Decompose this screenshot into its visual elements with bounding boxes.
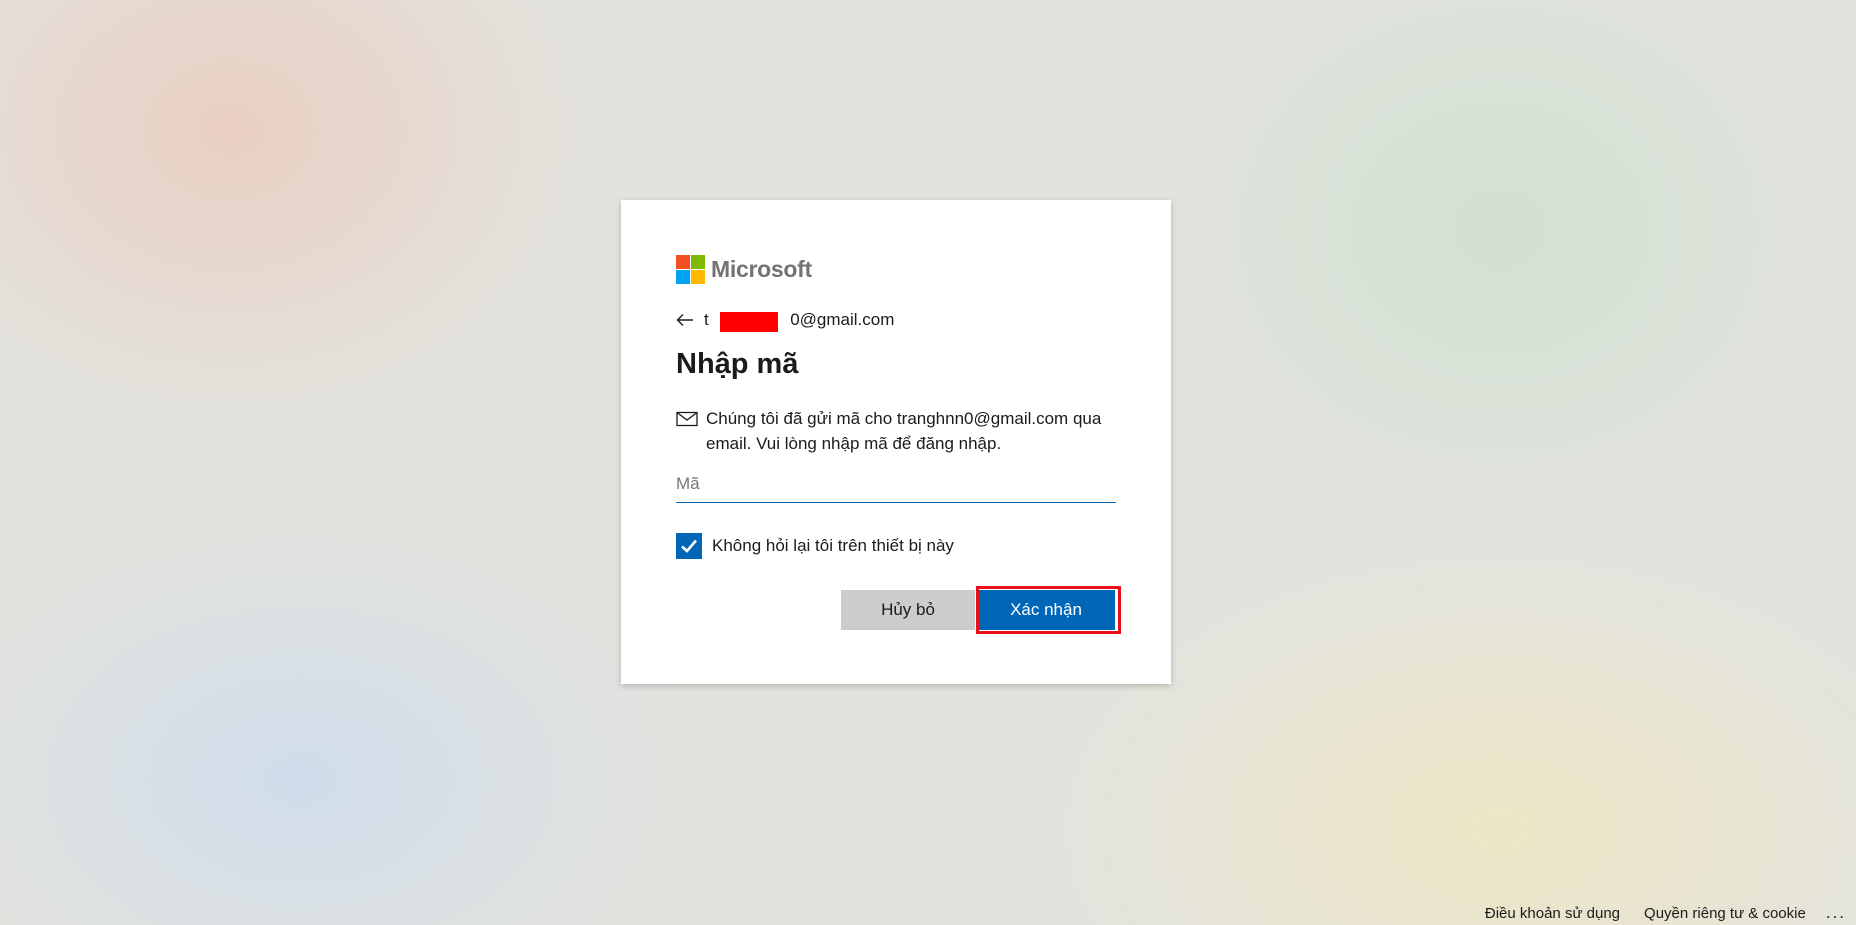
- keep-signed-in-label: Không hỏi lại tôi trên thiết bị này: [712, 536, 954, 555]
- cancel-button[interactable]: Hủy bỏ: [841, 590, 975, 630]
- more-options-icon[interactable]: ...: [1826, 903, 1846, 923]
- logo-text: Microsoft: [711, 256, 812, 282]
- identity-email: 0@gmail.com: [790, 310, 895, 329]
- redaction-bar: [720, 312, 778, 332]
- code-sent-description: Chúng tôi đã gửi mã cho tranghnn0@gmail.…: [676, 406, 1116, 456]
- identity-email-wrap: t 0@gmail.com: [704, 310, 895, 332]
- checkbox-checked-icon[interactable]: [676, 533, 702, 559]
- privacy-link[interactable]: Quyền riêng tư & cookie: [1644, 905, 1806, 922]
- description-text: Chúng tôi đã gửi mã cho tranghnn0@gmail.…: [706, 409, 1102, 453]
- arrow-left-icon[interactable]: [676, 308, 702, 332]
- sign-in-card: Microsoft t 0@gmail.com Nhập mã Chúng tô…: [621, 200, 1171, 684]
- microsoft-logo-icon: [676, 255, 705, 284]
- footer: Điều khoản sử dụng Quyền riêng tư & cook…: [1461, 903, 1846, 923]
- microsoft-logo: Microsoft: [676, 255, 812, 284]
- terms-link[interactable]: Điều khoản sử dụng: [1485, 905, 1620, 922]
- redacted-username: t: [704, 310, 709, 329]
- mail-icon: [676, 409, 706, 429]
- page-title: Nhập mã: [676, 348, 799, 380]
- code-input[interactable]: [676, 466, 1116, 503]
- confirm-button[interactable]: Xác nhận: [977, 590, 1115, 630]
- identity-banner: t 0@gmail.com: [676, 308, 894, 332]
- keep-signed-in-checkbox[interactable]: Không hỏi lại tôi trên thiết bị này: [676, 533, 954, 559]
